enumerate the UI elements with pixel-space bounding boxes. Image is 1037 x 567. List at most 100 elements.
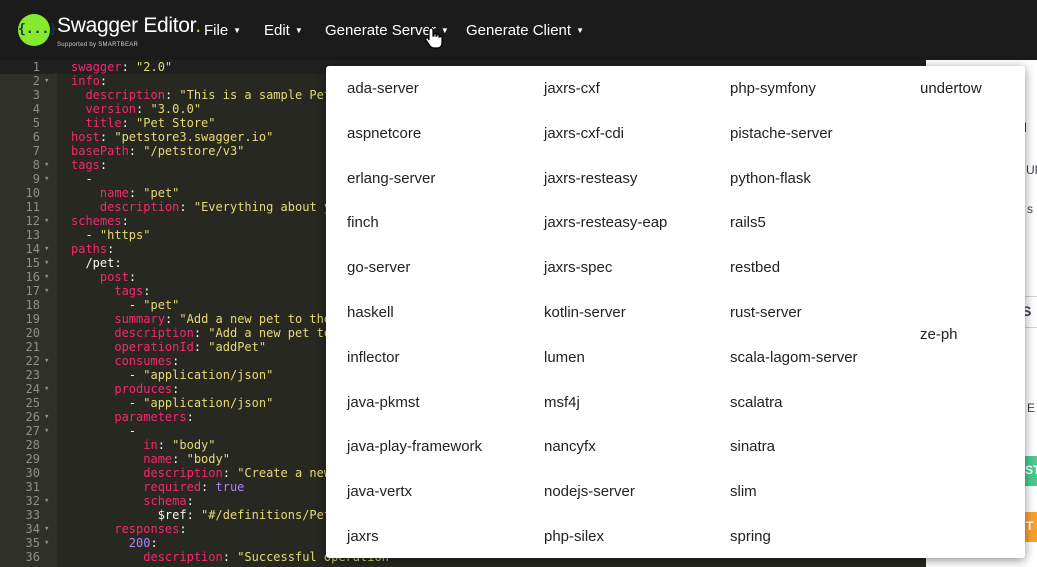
line-number: 3: [32, 88, 40, 102]
line-number: 14: [25, 242, 40, 256]
code-text: host: "petstore3.swagger.io": [71, 130, 274, 144]
code-text: tags:: [114, 284, 151, 298]
line-number: 16: [25, 270, 40, 284]
dropdown-item-restbed[interactable]: restbed: [730, 259, 780, 276]
menu-file[interactable]: File ▼: [204, 22, 241, 39]
fold-arrow-icon[interactable]: ▾: [44, 382, 49, 396]
line-number: 11: [25, 200, 40, 214]
line-number: 32: [25, 494, 40, 508]
code-text: info:: [71, 74, 108, 88]
fold-arrow-icon[interactable]: ▾: [44, 270, 49, 284]
dropdown-item-haskell[interactable]: haskell: [347, 304, 394, 321]
fold-arrow-icon[interactable]: ▾: [44, 158, 49, 172]
preview-fragment: T: [1026, 519, 1034, 533]
menu-generate-server-label: Generate Server: [325, 22, 436, 39]
line-number: 36: [25, 550, 40, 564]
dropdown-item-erlang-server[interactable]: erlang-server: [347, 170, 435, 187]
code-text: title: "Pet Store": [85, 116, 216, 130]
line-number: 5: [32, 116, 40, 130]
dropdown-item-jaxrs-resteasy[interactable]: jaxrs-resteasy: [544, 170, 637, 187]
code-text: produces:: [114, 382, 180, 396]
caret-down-icon: ▼: [233, 26, 242, 35]
menu-generate-client[interactable]: Generate Client ▼: [466, 22, 584, 39]
line-number: 2: [32, 74, 40, 88]
dropdown-item-jaxrs-resteasy-eap[interactable]: jaxrs-resteasy-eap: [544, 214, 667, 231]
line-number: 30: [25, 466, 40, 480]
dropdown-item-finch[interactable]: finch: [347, 214, 379, 231]
code-text: name: "pet": [99, 186, 180, 200]
dropdown-item-rust-server[interactable]: rust-server: [730, 304, 802, 321]
dropdown-item-php-silex[interactable]: php-silex: [544, 528, 604, 545]
line-number: 24: [25, 382, 40, 396]
dropdown-item-spring[interactable]: spring: [730, 528, 771, 545]
code-text: consumes:: [114, 354, 180, 368]
dropdown-item-slim[interactable]: slim: [730, 483, 757, 500]
code-text: -: [71, 424, 137, 438]
dropdown-item-lumen[interactable]: lumen: [544, 349, 585, 366]
dropdown-item-java-pkmst[interactable]: java-pkmst: [347, 394, 420, 411]
brand-title: Swagger Editor: [57, 14, 196, 37]
line-number: 1: [32, 60, 40, 74]
dropdown-item-aspnetcore[interactable]: aspnetcore: [347, 125, 421, 142]
fold-arrow-icon[interactable]: ▾: [44, 494, 49, 508]
line-number: 19: [25, 312, 40, 326]
dropdown-item-java-play-framework[interactable]: java-play-framework: [347, 438, 482, 455]
fold-arrow-icon[interactable]: ▾: [44, 284, 49, 298]
dropdown-item-kotlin-server[interactable]: kotlin-server: [544, 304, 626, 321]
fold-arrow-icon[interactable]: ▾: [44, 242, 49, 256]
dropdown-item-jaxrs-cxf-cdi[interactable]: jaxrs-cxf-cdi: [544, 125, 624, 142]
dropdown-item-nodejs-server[interactable]: nodejs-server: [544, 483, 635, 500]
code-text: - "application/json": [71, 368, 274, 382]
line-number: 9: [32, 172, 40, 186]
fold-arrow-icon[interactable]: ▾: [44, 214, 49, 228]
dropdown-item-pistache-server[interactable]: pistache-server: [730, 125, 833, 142]
fold-arrow-icon[interactable]: ▾: [44, 172, 49, 186]
code-text: /pet:: [71, 256, 122, 270]
dropdown-item-inflector[interactable]: inflector: [347, 349, 400, 366]
fold-arrow-icon[interactable]: ▾: [44, 410, 49, 424]
code-text: summary: "Add a new pet to the: [114, 312, 332, 326]
line-number: 6: [32, 130, 40, 144]
brand-dot: .: [195, 14, 201, 37]
code-text: description: "Create a new: [143, 466, 332, 480]
code-text: responses:: [114, 522, 187, 536]
code-text: - "application/json": [71, 396, 274, 410]
dropdown-item-ze-ph[interactable]: ze-ph: [920, 326, 958, 343]
dropdown-item-go-server[interactable]: go-server: [347, 259, 410, 276]
fold-arrow-icon[interactable]: ▾: [44, 424, 49, 438]
dropdown-item-jaxrs-spec[interactable]: jaxrs-spec: [544, 259, 612, 276]
code-text: name: "body": [143, 452, 230, 466]
line-number: 17: [25, 284, 40, 298]
preview-fragment: ST: [1025, 463, 1037, 477]
line-number: 33: [25, 508, 40, 522]
dropdown-item-nancyfx[interactable]: nancyfx: [544, 438, 596, 455]
dropdown-item-undertow[interactable]: undertow: [920, 80, 982, 97]
line-number: 22: [25, 354, 40, 368]
dropdown-item-ada-server[interactable]: ada-server: [347, 80, 419, 97]
dropdown-item-msf4j[interactable]: msf4j: [544, 394, 580, 411]
line-number: 27: [25, 424, 40, 438]
dropdown-item-python-flask[interactable]: python-flask: [730, 170, 811, 187]
fold-arrow-icon[interactable]: ▾: [44, 354, 49, 368]
line-number: 26: [25, 410, 40, 424]
dropdown-item-scalatra[interactable]: scalatra: [730, 394, 783, 411]
code-text: operationId: "addPet": [114, 340, 267, 354]
code-text: parameters:: [114, 410, 194, 424]
preview-fragment: UR: [1026, 163, 1037, 177]
fold-arrow-icon[interactable]: ▾: [44, 522, 49, 536]
menu-edit[interactable]: Edit ▼: [264, 22, 303, 39]
code-text: post:: [99, 270, 137, 284]
line-number: 10: [25, 186, 40, 200]
dropdown-item-sinatra[interactable]: sinatra: [730, 438, 775, 455]
dropdown-item-rails5[interactable]: rails5: [730, 214, 766, 231]
dropdown-item-jaxrs[interactable]: jaxrs: [347, 528, 379, 545]
code-text: basePath: "/petstore/v3": [71, 144, 245, 158]
preview-fragment: E: [1027, 401, 1036, 415]
dropdown-item-php-symfony[interactable]: php-symfony: [730, 80, 816, 97]
dropdown-item-java-vertx[interactable]: java-vertx: [347, 483, 412, 500]
fold-arrow-icon[interactable]: ▾: [44, 256, 49, 270]
dropdown-item-jaxrs-cxf[interactable]: jaxrs-cxf: [544, 80, 600, 97]
dropdown-item-scala-lagom-server[interactable]: scala-lagom-server: [730, 349, 858, 366]
fold-arrow-icon[interactable]: ▾: [44, 74, 49, 88]
fold-arrow-icon[interactable]: ▾: [44, 536, 49, 550]
